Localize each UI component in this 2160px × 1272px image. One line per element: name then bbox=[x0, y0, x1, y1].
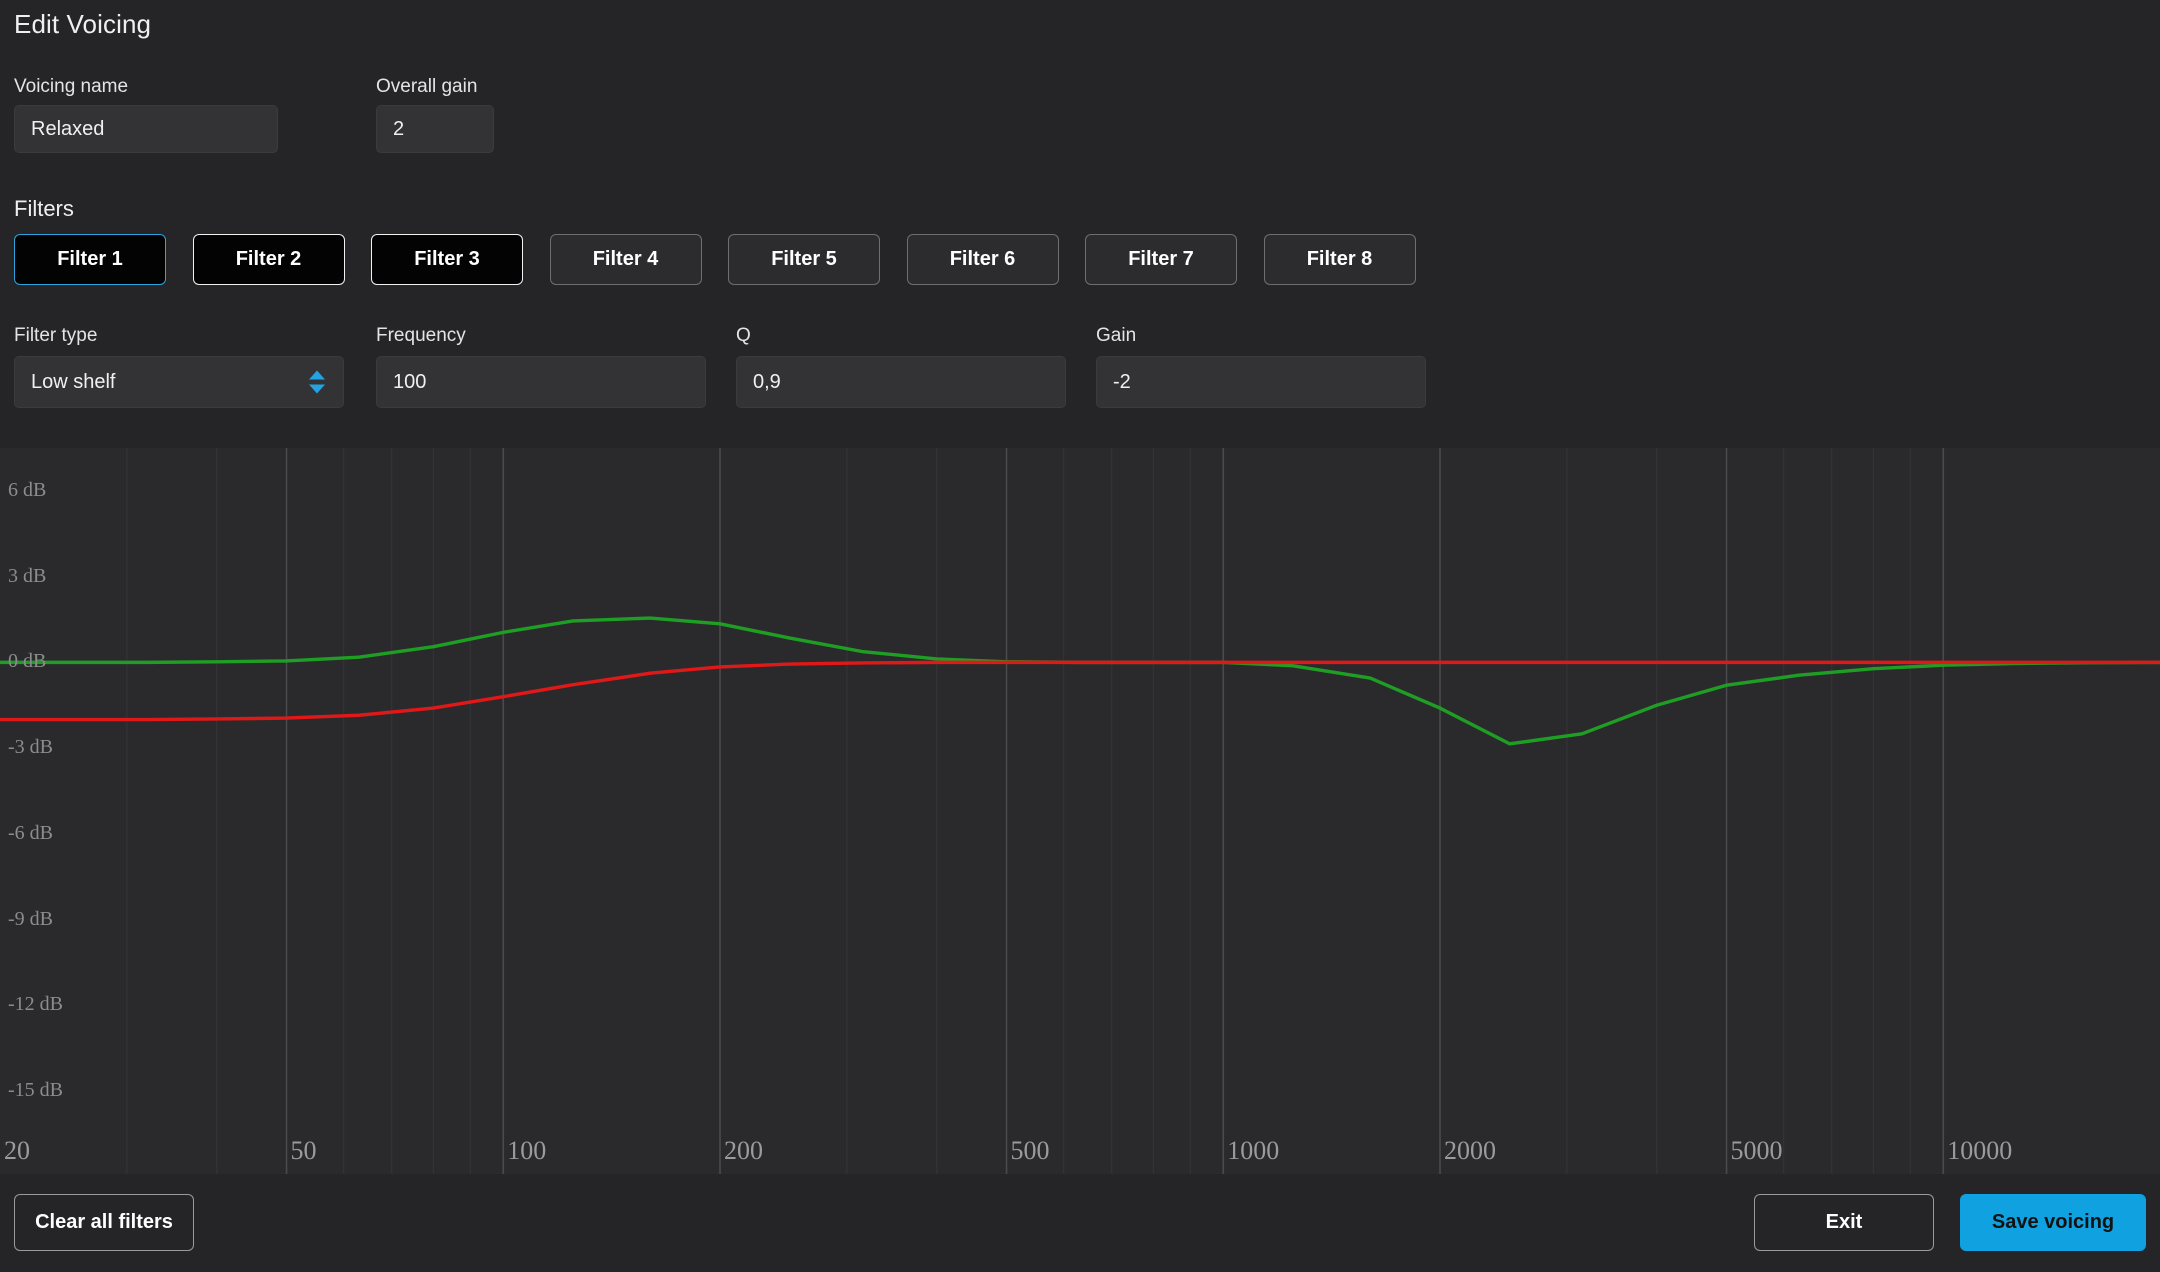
q-label: Q bbox=[736, 325, 751, 346]
filter-type-value: Low shelf bbox=[31, 370, 116, 393]
gain-group: Gain -2 bbox=[1096, 325, 1426, 408]
filter-tab-label: Filter 6 bbox=[949, 248, 1016, 270]
filter-tab-3[interactable]: Filter 3 bbox=[371, 234, 523, 285]
voicing-name-input[interactable]: Relaxed bbox=[14, 105, 278, 153]
overall-gain-input[interactable]: 2 bbox=[376, 105, 494, 153]
filter-tab-label: Filter 1 bbox=[57, 248, 123, 270]
filter-tab-label: Filter 7 bbox=[1128, 248, 1194, 270]
exit-button[interactable]: Exit bbox=[1754, 1194, 1934, 1251]
filter-tab-1[interactable]: Filter 1 bbox=[14, 234, 166, 285]
overall-gain-label: Overall gain bbox=[376, 76, 478, 97]
frequency-label: Frequency bbox=[376, 325, 466, 346]
save-voicing-button[interactable]: Save voicing bbox=[1960, 1194, 2146, 1251]
gain-label: Gain bbox=[1096, 325, 1137, 346]
filter-tab-label: Filter 8 bbox=[1306, 248, 1373, 270]
q-input[interactable]: 0,9 bbox=[736, 356, 1066, 408]
graph-canvas bbox=[0, 448, 2160, 1174]
chevron-up-icon[interactable] bbox=[309, 370, 325, 380]
filter-type-label: Filter type bbox=[14, 325, 98, 346]
gain-input[interactable]: -2 bbox=[1096, 356, 1426, 408]
filter-tab-2[interactable]: Filter 2 bbox=[192, 234, 345, 285]
edit-voicing-dialog: Edit Voicing Voicing name Relaxed Overal… bbox=[0, 0, 2160, 1272]
q-group: Q 0,9 bbox=[736, 325, 1066, 408]
filter-tab-label: Filter 5 bbox=[771, 248, 837, 270]
filters-section-label: Filters bbox=[14, 196, 74, 221]
graph-background bbox=[0, 448, 2160, 1174]
chevron-down-icon[interactable] bbox=[309, 384, 325, 394]
filter-tab-4[interactable]: Filter 4 bbox=[549, 234, 702, 285]
overall-gain-group: Overall gain 2 bbox=[376, 76, 494, 153]
filter-tab-7[interactable]: Filter 7 bbox=[1085, 234, 1237, 285]
filter-type-group: Filter type Low shelf bbox=[14, 325, 344, 408]
voicing-name-group: Voicing name Relaxed bbox=[14, 76, 278, 153]
page-title: Edit Voicing bbox=[14, 9, 152, 39]
filter-tab-label: Filter 3 bbox=[414, 248, 480, 270]
spinner-arrows-icon[interactable] bbox=[309, 370, 325, 394]
filter-tab-label: Filter 4 bbox=[592, 248, 659, 270]
filter-tab-6[interactable]: Filter 6 bbox=[906, 234, 1059, 285]
filter-tab-list: Filter 1 Filter 2 Filter 3 Filter 4 Filter 5… bbox=[14, 234, 1416, 285]
frequency-response-graph[interactable]: 6 dB 3 dB 0 dB -3 dB -6 dB -9 dB -12 dB -15 dB 2… bbox=[0, 448, 2160, 1174]
dialog-footer: Clear all filters Exit Save voicing bbox=[0, 1174, 2160, 1272]
frequency-input[interactable]: 100 bbox=[376, 356, 706, 408]
filter-type-select[interactable]: Low shelf bbox=[14, 356, 344, 408]
frequency-group: Frequency 100 bbox=[376, 325, 706, 408]
clear-all-filters-button[interactable]: Clear all filters bbox=[14, 1194, 194, 1251]
filter-tab-label: Filter 2 bbox=[235, 248, 302, 270]
filter-tab-5[interactable]: Filter 5 bbox=[728, 234, 880, 285]
filter-tab-8[interactable]: Filter 8 bbox=[1263, 234, 1416, 285]
voicing-name-label: Voicing name bbox=[14, 76, 129, 97]
